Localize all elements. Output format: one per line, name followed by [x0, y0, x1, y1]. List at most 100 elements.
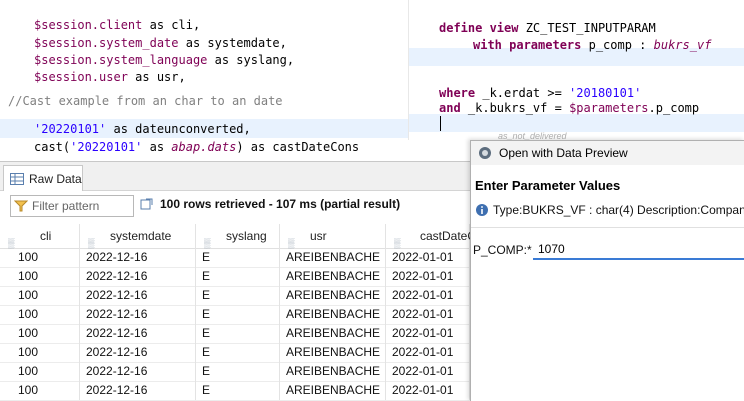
column-header-3[interactable]: ▒ syslang [196, 224, 280, 248]
keyword: define view [439, 21, 519, 35]
table-cell: 2022-12-16 [80, 343, 196, 362]
refresh-icon [140, 198, 153, 210]
table-row[interactable]: 100 2022-12-16 E AREIBENBACHE 2022-01-01 [0, 305, 470, 325]
code-text: _k.erdat >= [475, 86, 570, 100]
info-text: Type:BUKRS_VF : char(4) Description:Comp… [493, 203, 744, 217]
code-text: as usr, [127, 70, 186, 84]
status-label: 100 rows retrieved - 107 ms (partial res… [160, 197, 401, 211]
table-cell: 100 [0, 343, 80, 362]
table-cell: AREIBENBACHE [280, 267, 386, 286]
table-cell: E [196, 381, 280, 400]
table-row[interactable]: 100 2022-12-16 E AREIBENBACHE 2022-01-01 [0, 343, 470, 363]
table-icon [10, 172, 24, 185]
table-cell: 100 [0, 305, 80, 324]
table-cell: E [196, 286, 280, 305]
app-icon [479, 147, 491, 159]
filter-placeholder: Filter pattern [32, 199, 100, 213]
code-line-cast: cast('20220101' as abap.dats) as castDat… [34, 138, 359, 156]
code-text: as cli, [142, 18, 201, 32]
column-header-label: cli [40, 229, 52, 243]
table-cell: AREIBENBACHE [280, 248, 386, 267]
table-cell: 2022-12-16 [80, 286, 196, 305]
string-literal: '20220101' [34, 122, 107, 136]
table-cell: 2022-01-01 [386, 381, 470, 400]
parameters-keyword: $parameters [569, 101, 649, 115]
table-cell: E [196, 305, 280, 324]
code-comment: //Cast example from an char to an date [8, 94, 283, 108]
table-cell: AREIBENBACHE [280, 324, 386, 343]
table-cell: 2022-01-01 [386, 343, 470, 362]
p-comp-input[interactable]: 1070 [533, 240, 744, 260]
dialog-heading: Enter Parameter Values [475, 178, 621, 193]
parameter-info: Type:BUKRS_VF : char(4) Description:Comp… [475, 203, 744, 217]
table-cell: 2022-12-16 [80, 248, 196, 267]
table-cell: 2022-12-16 [80, 381, 196, 400]
code-text: cast( [34, 140, 71, 154]
table-cell: 2022-01-01 [386, 267, 470, 286]
session-variable: $session.user [34, 70, 128, 84]
session-variable: $session.system_date [34, 36, 179, 50]
data-preview-dialog: Open with Data Preview Enter Parameter V… [470, 140, 744, 401]
table-row[interactable]: 100 2022-12-16 E AREIBENBACHE 2022-01-01 [0, 381, 470, 401]
table-cell: 100 [0, 248, 80, 267]
toolbar: Filter pattern 100 rows retrieved - 107 … [0, 190, 470, 220]
string-literal: '20180101' [569, 86, 642, 100]
code-line-parameters: with parameters p_comp : bukrs_vf [473, 36, 711, 54]
table-row[interactable]: 100 2022-12-16 E AREIBENBACHE 2022-01-01 [0, 267, 470, 287]
table-cell: 2022-12-16 [80, 324, 196, 343]
code-text: _k.bukrs_vf = [460, 101, 570, 115]
table-cell: E [196, 343, 280, 362]
table-cell: AREIBENBACHE [280, 286, 386, 305]
code-line-and: and _k.bukrs_vf = $parameters.p_comp [439, 99, 699, 117]
tab-label: Raw Data [29, 171, 82, 186]
column-header-5[interactable]: ▒ castDateC [386, 224, 476, 248]
table-cell: 2022-01-01 [386, 324, 470, 343]
table-cell: 2022-01-01 [386, 362, 470, 381]
code-editor-right[interactable]: define view ZC_TEST_INPUTPARAM with para… [408, 0, 744, 140]
filter-input[interactable]: Filter pattern [10, 195, 134, 217]
string-literal: '20220101' [70, 140, 143, 154]
column-header-4[interactable]: ▒ usr [280, 224, 386, 248]
table-cell: 2022-01-01 [386, 286, 470, 305]
code-text: .p_comp [648, 101, 700, 115]
code-line-session: $session.system_language as syslang, [34, 51, 294, 69]
tab-bar: Raw Data [0, 162, 470, 191]
session-variable: $session.system_language [34, 53, 208, 67]
type-name: bukrs_vf [653, 38, 712, 52]
column-header-label: syslang [226, 229, 267, 243]
table-cell: 100 [0, 381, 80, 400]
text-caret [440, 116, 441, 131]
table-row[interactable]: 100 2022-12-16 E AREIBENBACHE 2022-01-01 [0, 286, 470, 306]
table-cell: E [196, 248, 280, 267]
table-row[interactable]: 100 2022-12-16 E AREIBENBACHE 2022-01-01 [0, 324, 470, 344]
table-row[interactable]: 100 2022-12-16 E AREIBENBACHE 2022-01-01 [0, 248, 470, 268]
table-cell: AREIBENBACHE [280, 305, 386, 324]
keyword: with parameters [473, 38, 582, 52]
table-cell: 100 [0, 362, 80, 381]
table-row[interactable]: 100 2022-12-16 E AREIBENBACHE 2022-01-01 [0, 362, 470, 382]
table-cell: E [196, 267, 280, 286]
code-line-session: $session.client as cli, [34, 16, 200, 34]
table-cell: AREIBENBACHE [280, 343, 386, 362]
table-cell: AREIBENBACHE [280, 381, 386, 400]
tab-raw-data[interactable]: Raw Data [3, 165, 83, 191]
table-cell: 2022-12-16 [80, 305, 196, 324]
keyword: and [439, 101, 461, 115]
column-header-2[interactable]: ▒ systemdate [80, 224, 196, 248]
session-variable: $session.client [34, 18, 143, 32]
code-text: p_comp : [581, 38, 654, 52]
table-cell: E [196, 362, 280, 381]
info-icon [476, 204, 488, 216]
table-cell: E [196, 324, 280, 343]
code-editor-left[interactable]: $session.client as cli, $session.system_d… [0, 0, 408, 160]
keyword: where [439, 86, 476, 100]
column-header-label: castDateC [420, 229, 477, 243]
code-line-session: $session.system_date as systemdate, [34, 34, 287, 52]
raw-data-panel: Raw Data Filter pattern 100 rows retriev… [0, 161, 476, 401]
table-cell: 100 [0, 267, 80, 286]
dialog-title-bar: Open with Data Preview [471, 141, 744, 165]
table-cell: 2022-12-16 [80, 362, 196, 381]
table-cell: 100 [0, 286, 80, 305]
type-name: abap.dats [171, 140, 237, 154]
column-header-1[interactable]: ▒ cli [0, 224, 80, 248]
